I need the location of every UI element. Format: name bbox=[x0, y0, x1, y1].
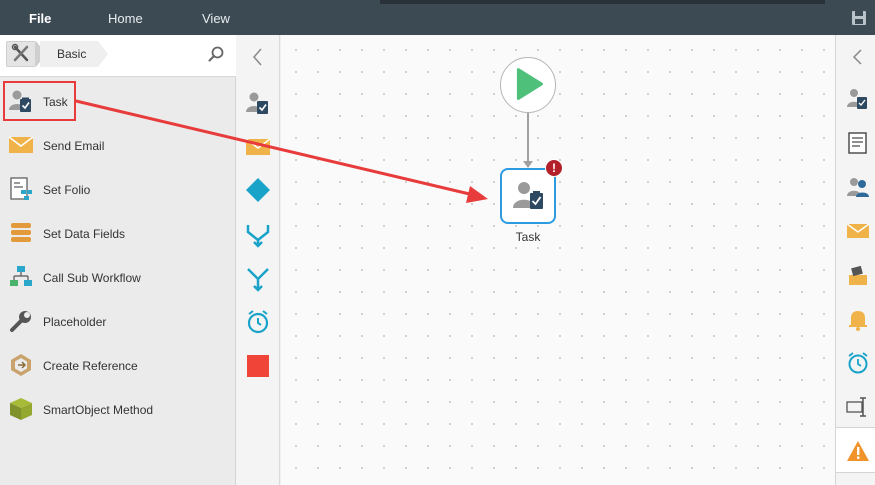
workflow-canvas[interactable]: ! Task bbox=[281, 35, 835, 485]
participants-icon[interactable] bbox=[846, 175, 870, 199]
task-icon bbox=[513, 182, 543, 209]
right-properties-strip bbox=[835, 35, 875, 485]
toolbox-item-label: Create Reference bbox=[43, 359, 138, 373]
play-icon bbox=[516, 68, 543, 100]
toolbox-item-placeholder[interactable]: Placeholder bbox=[0, 299, 236, 343]
menu-bar: File Home View bbox=[0, 0, 875, 35]
toolbox-item-send-email[interactable]: Send Email bbox=[0, 123, 236, 167]
folio-icon bbox=[10, 177, 32, 200]
collapse-right-icon[interactable] bbox=[846, 45, 870, 69]
menu-file[interactable]: File bbox=[29, 11, 51, 26]
start-node[interactable] bbox=[500, 57, 556, 113]
split-icon[interactable] bbox=[245, 222, 271, 248]
email-shape-icon[interactable] bbox=[245, 134, 271, 160]
task-shape-icon[interactable] bbox=[245, 90, 271, 116]
save-icon[interactable] bbox=[851, 10, 867, 26]
toolbox-item-label: SmartObject Method bbox=[43, 403, 154, 417]
shape-strip bbox=[236, 35, 280, 485]
connector-arrowhead bbox=[523, 161, 533, 168]
breadcrumb-basic[interactable]: Basic bbox=[40, 41, 98, 67]
task-highlight-box bbox=[3, 81, 76, 121]
toolbox-item-label: Set Folio bbox=[43, 183, 91, 197]
stop-icon[interactable] bbox=[245, 353, 271, 379]
toolbox-item-call-sub-workflow[interactable]: Call Sub Workflow bbox=[0, 255, 236, 299]
email-icon bbox=[8, 136, 34, 153]
crumb-end bbox=[98, 41, 108, 67]
menu-view[interactable]: View bbox=[202, 11, 230, 26]
timer-icon[interactable] bbox=[245, 309, 271, 335]
toolbox-item-create-reference[interactable]: Create Reference bbox=[0, 343, 236, 387]
tools-crumb-button[interactable] bbox=[6, 41, 36, 67]
smartobject-icon bbox=[10, 398, 32, 420]
toolbox-item-label: Call Sub Workflow bbox=[43, 271, 141, 285]
task-node-label: Task bbox=[515, 230, 541, 244]
sub-workflow-icon bbox=[10, 266, 32, 286]
bell-icon[interactable] bbox=[846, 307, 870, 331]
toolbox-item-label: Placeholder bbox=[43, 315, 107, 329]
toolbox-item-label: Set Data Fields bbox=[43, 227, 126, 241]
search-icon[interactable] bbox=[207, 45, 225, 63]
menu-home[interactable]: Home bbox=[108, 11, 143, 26]
form-icon[interactable] bbox=[846, 131, 870, 155]
task-node[interactable] bbox=[500, 168, 556, 224]
collapse-left-icon[interactable] bbox=[245, 44, 271, 70]
deadline-timer-icon[interactable] bbox=[846, 351, 870, 375]
decision-diamond-icon[interactable] bbox=[245, 177, 271, 203]
wrench-icon bbox=[10, 311, 31, 332]
title-strip bbox=[380, 0, 825, 4]
notification-email-icon[interactable] bbox=[846, 219, 870, 243]
toolbox-item-set-data-fields[interactable]: Set Data Fields bbox=[0, 211, 236, 255]
merge-icon[interactable] bbox=[245, 266, 271, 292]
toolbox-item-smartobject-method[interactable]: SmartObject Method bbox=[0, 387, 236, 431]
connector-line[interactable] bbox=[527, 113, 529, 165]
toolbox-item-set-folio[interactable]: Set Folio bbox=[0, 167, 236, 211]
text-field-icon[interactable] bbox=[846, 395, 870, 419]
error-badge[interactable]: ! bbox=[545, 159, 563, 177]
toolbox-item-label: Send Email bbox=[43, 139, 105, 153]
task-properties-icon[interactable] bbox=[846, 87, 870, 111]
warning-icon bbox=[847, 441, 869, 461]
reference-icon bbox=[11, 354, 31, 376]
tools-icon bbox=[11, 43, 29, 62]
toolbox-header: Basic bbox=[0, 35, 236, 77]
data-fields-icon bbox=[11, 223, 31, 242]
inbox-icon[interactable] bbox=[846, 263, 870, 287]
warning-button[interactable] bbox=[836, 427, 875, 473]
